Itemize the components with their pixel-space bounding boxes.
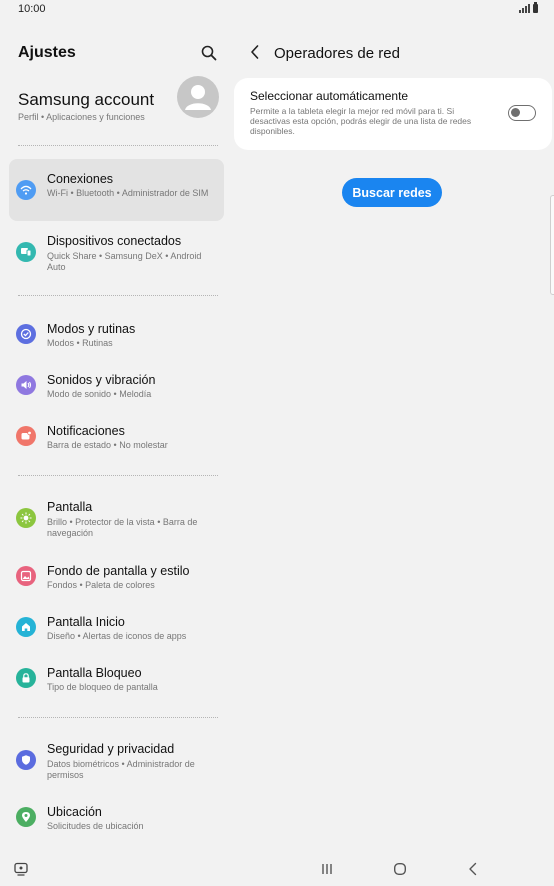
sidebar-item-label: Modos y rutinas [47,322,136,336]
sidebar-item-label: Pantalla Inicio [47,615,125,629]
image-icon [16,566,36,586]
sidebar-item-label: Conexiones [47,172,114,186]
status-bar: 10:00 [0,0,554,22]
recent-apps-button[interactable] [316,861,338,877]
sidebar-item-subtitle: Modos • Rutinas [47,338,113,348]
divider [18,295,218,296]
status-icons [519,2,538,13]
devices-icon [16,242,36,262]
auto-select-toggle[interactable] [508,105,536,121]
lock-icon [16,668,36,688]
home-button[interactable] [391,861,409,877]
sidebar-item-subtitle: Diseño • Alertas de iconos de apps [47,631,187,641]
search-button[interactable] [200,44,218,62]
sidebar-item-subtitle: Fondos • Paleta de colores [47,580,155,590]
sidebar-item-conexiones[interactable]: Conexiones Wi-Fi • Bluetooth • Administr… [9,159,224,221]
battery-icon [533,2,538,13]
sidebar-item-label: Fondo de pantalla y estilo [47,564,190,578]
sidebar-item-notificaciones[interactable]: Notificaciones Barra de estado • No mole… [9,414,224,458]
sidebar-item-dispositivos-conectados[interactable]: Dispositivos conectados Quick Share • Sa… [9,224,224,280]
speaker-icon [16,375,36,395]
sidebar-item-pantalla-inicio[interactable]: Pantalla Inicio Diseño • Alertas de icon… [9,605,224,649]
account-title: Samsung account [18,90,155,109]
shield-icon [16,750,36,770]
sidebar-item-subtitle: Tipo de bloqueo de pantalla [47,682,158,692]
sidebar-item-subtitle: Wi-Fi • Bluetooth • Administrador de SIM [47,188,209,198]
avatar[interactable] [177,76,219,118]
sidebar-item-label: Ubicación [47,805,102,819]
taskbar-button[interactable] [12,860,30,878]
auto-select-description: Permite a la tableta elegir la mejor red… [250,106,472,136]
home-icon [16,617,36,637]
home-nav-icon [394,863,407,876]
sun-icon [16,508,36,528]
sidebar-item-pantalla-bloqueo[interactable]: Pantalla Bloqueo Tipo de bloqueo de pant… [9,656,224,700]
back-button[interactable] [248,43,262,61]
wifi-icon [16,180,36,200]
sidebar-item-subtitle: Modo de sonido • Melodía [47,389,152,399]
sidebar-item-seguridad[interactable]: Seguridad y privacidad Datos biométricos… [9,732,224,788]
person-icon [185,85,211,110]
sidebar-item-subtitle: Quick Share • Samsung DeX • Android Auto [47,251,202,272]
signal-icon [519,4,530,13]
taskbar-icon [14,862,28,876]
auto-select-title: Seleccionar automáticamente [250,89,409,103]
sidebar-item-modos-rutinas[interactable]: Modos y rutinas Modos • Rutinas [9,312,224,356]
back-nav-icon [469,862,477,876]
divider [18,717,218,718]
navigation-bar [0,852,554,886]
sidebar-item-sonidos[interactable]: Sonidos y vibración Modo de sonido • Mel… [9,363,224,407]
edge-panel-handle[interactable] [550,195,554,295]
toggle-knob [511,108,520,117]
sidebar-item-ubicacion[interactable]: Ubicación Solicitudes de ubicación [9,795,224,839]
divider [18,475,218,476]
auto-select-card[interactable]: Seleccionar automáticamente Permite a la… [234,78,552,150]
sidebar-item-subtitle: Barra de estado • No molestar [47,440,168,450]
sidebar-item-label: Seguridad y privacidad [47,742,175,756]
sidebar-item-label: Notificaciones [47,424,125,438]
samsung-account-item[interactable]: Samsung account Perfil • Aplicaciones y … [18,76,223,134]
sidebar-item-label: Pantalla Bloqueo [47,666,142,680]
sidebar-item-fondo-pantalla[interactable]: Fondo de pantalla y estilo Fondos • Pale… [9,554,224,598]
sidebar-item-label: Sonidos y vibración [47,373,156,387]
notification-icon [16,426,36,446]
sidebar-item-label: Dispositivos conectados [47,234,182,248]
account-subtitle: Perfil • Aplicaciones y funciones [18,112,145,122]
recent-apps-icon [322,864,332,874]
divider [18,145,218,146]
network-operators-pane: Operadores de red Seleccionar automática… [232,22,554,852]
search-networks-button[interactable]: Buscar redes [342,178,442,207]
chevron-left-icon [251,45,259,59]
sidebar-item-label: Pantalla [47,500,93,514]
sidebar-item-subtitle: Solicitudes de ubicación [47,821,144,831]
page-title: Operadores de red [274,45,400,62]
back-nav-button[interactable] [464,861,482,877]
check-circle-icon [16,324,36,344]
settings-title: Ajustes [18,44,76,61]
search-icon [201,45,217,61]
sidebar-item-subtitle: Brillo • Protector de la vista • Barra d… [47,517,198,538]
status-time: 10:00 [18,3,46,15]
location-icon [16,807,36,827]
settings-list-pane: Ajustes Samsung account Perfil • Aplicac… [0,22,232,852]
sidebar-item-subtitle: Datos biométricos • Administrador de per… [47,759,195,780]
sidebar-item-pantalla[interactable]: Pantalla Brillo • Protector de la vista … [9,490,224,546]
